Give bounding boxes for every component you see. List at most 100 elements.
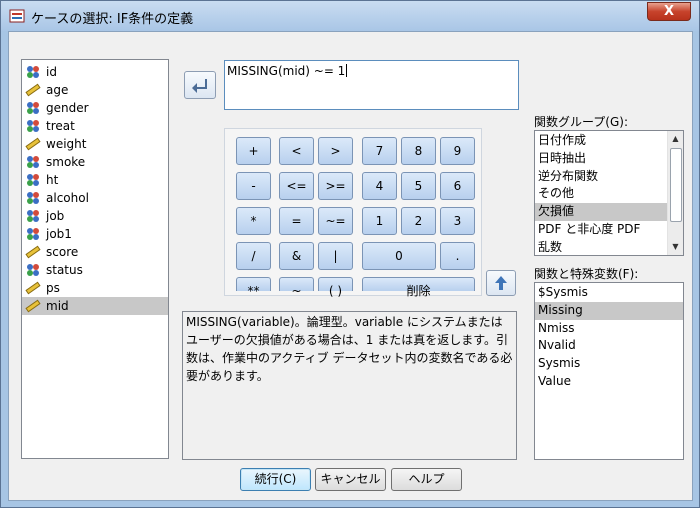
key-6[interactable]: 6: [440, 172, 475, 200]
key-0[interactable]: 0: [362, 242, 436, 270]
spss-app-icon: [9, 9, 25, 23]
function-group-item[interactable]: 欠損値: [535, 203, 667, 221]
variable-list[interactable]: id age gender treat weight smoke ht alcohol job j…: [21, 59, 169, 459]
nominal-variable-icon: [27, 66, 39, 78]
scroll-down-icon[interactable]: ▼: [668, 239, 683, 255]
function-item[interactable]: Nvalid: [535, 337, 683, 355]
key-divide[interactable]: /: [236, 242, 271, 270]
functions-label: 関数と特殊変数(F):: [534, 267, 639, 281]
variable-name: smoke: [46, 155, 86, 169]
key-4[interactable]: 4: [362, 172, 397, 200]
key-greater-than[interactable]: >: [318, 137, 353, 165]
variable-name: treat: [46, 119, 75, 133]
return-arrow-icon: [192, 79, 207, 93]
key-equal[interactable]: =: [279, 207, 314, 235]
scale-variable-icon: [25, 299, 41, 313]
key-9[interactable]: 9: [440, 137, 475, 165]
key-1[interactable]: 1: [362, 207, 397, 235]
expression-input[interactable]: MISSING(mid) ~= 1: [224, 60, 519, 110]
key-8[interactable]: 8: [401, 137, 436, 165]
function-group-scrollbar[interactable]: ▲ ▼: [667, 131, 683, 255]
help-button[interactable]: ヘルプ: [391, 468, 462, 491]
key-greater-equal[interactable]: >=: [318, 172, 353, 200]
variable-name: ps: [46, 281, 60, 295]
key-or[interactable]: |: [318, 242, 353, 270]
key-3[interactable]: 3: [440, 207, 475, 235]
text-cursor: [346, 64, 348, 77]
variable-name: age: [46, 83, 69, 97]
function-description: MISSING(variable)。論理型。variable にシステムまたはユ…: [182, 311, 517, 460]
variable-item-weight[interactable]: weight: [22, 135, 168, 153]
close-button[interactable]: X: [647, 2, 691, 21]
key-2[interactable]: 2: [401, 207, 436, 235]
variable-item-smoke[interactable]: smoke: [22, 153, 168, 171]
variable-name: weight: [46, 137, 87, 151]
function-item[interactable]: Nmiss: [535, 320, 683, 338]
key-plus[interactable]: +: [236, 137, 271, 165]
variable-name: ht: [46, 173, 59, 187]
key-multiply[interactable]: *: [236, 207, 271, 235]
function-item[interactable]: Value: [535, 373, 683, 391]
function-group-item[interactable]: 日時抽出: [535, 150, 667, 168]
key-7[interactable]: 7: [362, 137, 397, 165]
function-group-item[interactable]: PDF と非心度 PDF: [535, 221, 667, 239]
variable-name: gender: [46, 101, 89, 115]
key-decimal[interactable]: .: [440, 242, 475, 270]
scroll-thumb[interactable]: [670, 148, 682, 222]
variable-item-gender[interactable]: gender: [22, 99, 168, 117]
key-less-than[interactable]: <: [279, 137, 314, 165]
variable-name: mid: [46, 299, 69, 313]
scale-variable-icon: [25, 245, 41, 259]
key-parentheses[interactable]: ( ): [318, 277, 353, 298]
variable-name: score: [46, 245, 79, 259]
scroll-up-icon[interactable]: ▲: [668, 131, 683, 147]
insert-function-button[interactable]: [486, 270, 516, 296]
variable-item-alcohol[interactable]: alcohol: [22, 189, 168, 207]
expression-text: MISSING(mid) ~= 1: [227, 64, 346, 78]
variable-item-ps[interactable]: ps: [22, 279, 168, 297]
function-item[interactable]: Missing: [535, 301, 683, 320]
key-less-equal[interactable]: <=: [279, 172, 314, 200]
cancel-button[interactable]: キャンセル: [315, 468, 386, 491]
variable-item-id[interactable]: id: [22, 63, 168, 81]
variable-name: job1: [46, 227, 72, 241]
functions-list[interactable]: $Sysmis Missing Nmiss Nvalid Sysmis Value: [534, 282, 684, 460]
window-title: ケースの選択: IF条件の定義: [31, 12, 194, 27]
dialog-window: ケースの選択: IF条件の定義 X id age gender treat weight…: [0, 0, 700, 508]
function-item[interactable]: Sysmis: [535, 355, 683, 373]
variable-item-mid[interactable]: mid: [22, 297, 168, 315]
variable-name: id: [46, 65, 57, 79]
calculator-keypad: + < > 7 8 9 - <= >= 4 5 6 * = ~= 1 2 3 /…: [224, 128, 482, 298]
function-group-list[interactable]: 日付作成 日時抽出 逆分布関数 その他 欠損値 PDF と非心度 PDF 乱数 ▲ ▼: [534, 130, 684, 256]
function-group-item[interactable]: 乱数: [535, 239, 667, 255]
scale-variable-icon: [25, 281, 41, 295]
key-not-equal[interactable]: ~=: [318, 207, 353, 235]
variable-item-job[interactable]: job: [22, 207, 168, 225]
key-not[interactable]: ~: [279, 277, 314, 298]
title-bar: ケースの選択: IF条件の定義 X: [1, 1, 699, 31]
variable-item-status[interactable]: status: [22, 261, 168, 279]
variable-name: status: [46, 263, 83, 277]
nominal-variable-icon: [27, 264, 39, 276]
key-5[interactable]: 5: [401, 172, 436, 200]
nominal-variable-icon: [27, 192, 39, 204]
continue-button[interactable]: 続行(C): [240, 468, 311, 491]
variable-name: job: [46, 209, 65, 223]
function-group-item[interactable]: 日付作成: [535, 132, 667, 150]
variable-item-ht[interactable]: ht: [22, 171, 168, 189]
scale-variable-icon: [25, 137, 41, 151]
key-delete[interactable]: 削除: [362, 277, 475, 298]
key-power[interactable]: **: [236, 277, 271, 298]
variable-item-job1[interactable]: job1: [22, 225, 168, 243]
function-group-item[interactable]: 逆分布関数: [535, 168, 667, 186]
variable-item-age[interactable]: age: [22, 81, 168, 99]
key-minus[interactable]: -: [236, 172, 271, 200]
variable-item-score[interactable]: score: [22, 243, 168, 261]
function-group-item[interactable]: その他: [535, 185, 667, 203]
variable-item-treat[interactable]: treat: [22, 117, 168, 135]
move-variable-button[interactable]: [184, 71, 216, 99]
scale-variable-icon: [25, 83, 41, 97]
up-arrow-icon: [495, 276, 507, 290]
key-and[interactable]: &: [279, 242, 314, 270]
function-item[interactable]: $Sysmis: [535, 284, 683, 302]
